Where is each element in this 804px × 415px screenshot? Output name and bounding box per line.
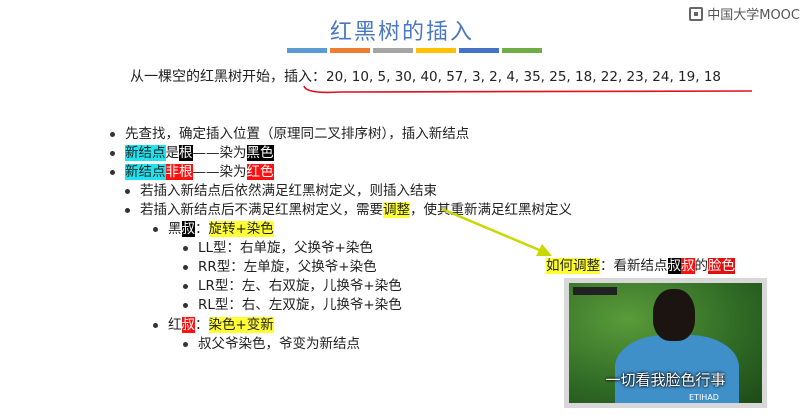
red-underline-annotation xyxy=(303,85,753,94)
bullet-search: 先查找，确定插入位置（原理同二叉排序树），插入新结点 xyxy=(110,122,469,142)
bullet-dot xyxy=(183,245,188,251)
accent-bar-2 xyxy=(330,48,370,53)
mooc-logo-text: 中国大学MOOC xyxy=(707,8,800,23)
meme-video-frame: 一切看我脸色行事 ETIHAD xyxy=(564,278,767,408)
bullet-dot xyxy=(183,283,188,289)
jersey-sponsor: ETIHAD xyxy=(689,393,719,402)
bullet-dot xyxy=(183,302,188,308)
accent-bar-6 xyxy=(502,48,542,53)
accent-bar-5 xyxy=(459,48,499,53)
bullet-dot xyxy=(153,322,158,328)
bullet-dot xyxy=(110,169,115,175)
case-red-uncle-action: 叔父爷染色，爷变为新结点 xyxy=(183,332,360,352)
bullet-dot xyxy=(125,188,130,194)
bullet-dot xyxy=(183,264,188,270)
meme-image: 一切看我脸色行事 ETIHAD xyxy=(569,283,762,403)
mooc-logo: 中国大学MOOC xyxy=(689,4,800,23)
bullet-dot xyxy=(125,207,130,213)
meme-caption: 一切看我脸色行事 xyxy=(605,371,726,389)
yellow-arrow-icon xyxy=(441,207,552,256)
how-to-adjust-note: 如何调整：看新结点叔叔的脸色 xyxy=(546,258,735,274)
scoreboard-overlay xyxy=(573,287,617,295)
case-black-uncle: 黑叔：旋转+染色 xyxy=(153,217,274,237)
sub-bullet-valid: 若插入新结点后依然满足红黑树定义，则插入结束 xyxy=(125,179,437,199)
case-ll: LL型：右单旋，父换爷+染色 xyxy=(183,236,373,256)
bullet-dot xyxy=(153,226,158,232)
accent-bar-1 xyxy=(287,48,327,53)
bullet-dot xyxy=(110,150,115,156)
player-head xyxy=(653,289,695,341)
case-rr: RR型：左单旋，父换爷+染色 xyxy=(183,255,377,275)
intro-prefix: 从一棵空的红黑树开始，插入： xyxy=(130,69,326,85)
mooc-logo-icon xyxy=(689,6,704,21)
bullet-dot xyxy=(110,131,115,137)
bullet-dot xyxy=(183,341,188,347)
accent-bar-4 xyxy=(416,48,456,53)
accent-bar-3 xyxy=(373,48,413,53)
bullet-nonroot-red: 新结点非根——染为红色 xyxy=(110,160,274,180)
slide-title: 红黑树的插入 xyxy=(329,20,474,45)
bullet-root-black: 新结点是根——染为黑色 xyxy=(110,141,274,161)
case-red-uncle: 红叔：染色+变新 xyxy=(153,313,274,333)
case-lr: LR型：左、右双旋，儿换爷+染色 xyxy=(183,274,402,294)
case-rl: RL型：右、左双旋，儿换爷+染色 xyxy=(183,293,402,313)
